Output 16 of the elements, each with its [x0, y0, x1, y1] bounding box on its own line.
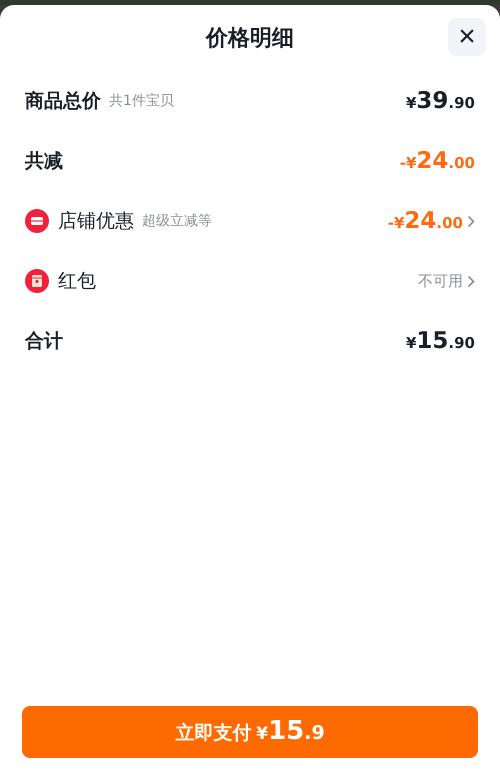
sheet-title: 价格明细	[206, 25, 294, 53]
price: -¥24.00	[388, 208, 463, 234]
price: ¥39.90	[406, 88, 475, 114]
envelope-icon	[25, 269, 49, 293]
row-label: 合计	[25, 329, 63, 354]
row-note: 共1件宝贝	[109, 92, 174, 110]
row-label: 红包	[58, 269, 96, 294]
shop-icon	[25, 209, 49, 233]
status-text: 不可用	[418, 272, 463, 290]
row-label: 商品总价	[25, 89, 101, 114]
row-label: 店铺优惠	[58, 209, 134, 234]
close-button[interactable]: ×	[448, 18, 486, 56]
price: -¥24.00	[400, 148, 475, 174]
price: ¥15.90	[406, 328, 475, 354]
row-note: 超级立减等	[142, 212, 212, 230]
row-label: 共减	[25, 149, 63, 174]
